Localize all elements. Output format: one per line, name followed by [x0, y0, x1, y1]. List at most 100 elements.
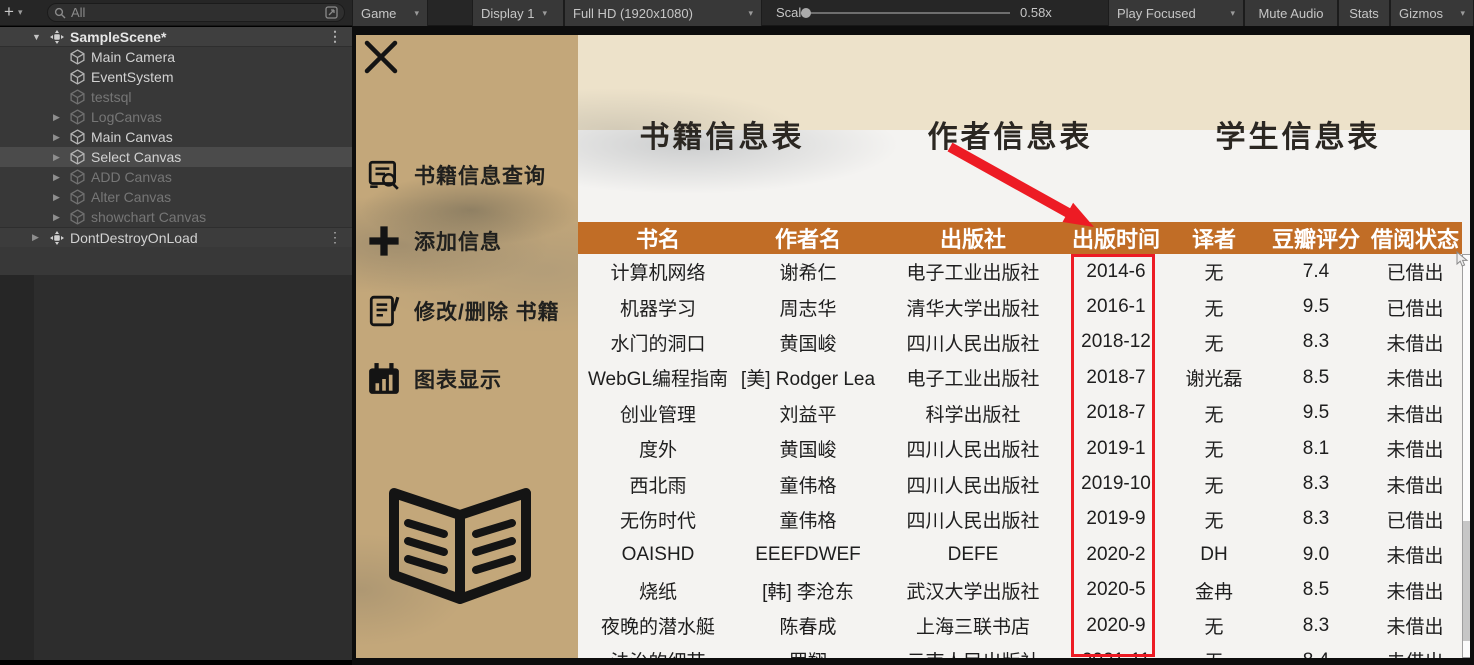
hierarchy-item-label[interactable]: SampleScene*: [70, 29, 167, 45]
hierarchy-item-label[interactable]: DontDestroyOnLoad: [70, 230, 198, 246]
expand-arrow-icon[interactable]: ▶: [32, 232, 49, 243]
stats-button[interactable]: Stats: [1338, 0, 1390, 26]
hierarchy-search-box[interactable]: [47, 3, 345, 22]
cell-publish-date: 2019-9: [1086, 508, 1146, 530]
hierarchy-row[interactable]: ▼ SampleScene* ⋮: [0, 27, 352, 47]
hierarchy-item-label[interactable]: testsql: [91, 89, 131, 105]
hierarchy-item-label[interactable]: LogCanvas: [91, 109, 162, 125]
hierarchy-item-label[interactable]: Alter Canvas: [91, 189, 171, 205]
sidebar-item-edit-delete[interactable]: 修改/删除 书籍: [366, 293, 560, 329]
tab-book-info[interactable]: 书籍信息表: [640, 112, 805, 156]
sidebar-item-chart-display[interactable]: 图表显示: [366, 361, 502, 397]
cell-publish-date: 2018-7: [1086, 366, 1146, 388]
kebab-menu-icon[interactable]: ⋮: [328, 229, 342, 246]
cell-status: 已借出: [1386, 298, 1444, 320]
scale-slider-knob[interactable]: [801, 8, 811, 18]
hierarchy-item-label[interactable]: ADD Canvas: [91, 169, 172, 185]
search-input[interactable]: [71, 5, 320, 20]
cell-status: 已借出: [1386, 510, 1444, 532]
game-view-tab[interactable]: Game ▾: [352, 0, 428, 26]
expand-arrow-icon[interactable]: ▶: [53, 112, 70, 123]
cell-publisher: 四川人民出版社: [906, 333, 1040, 355]
cell-rating: 8.4: [1264, 643, 1368, 658]
expand-arrow-icon[interactable]: ▶: [53, 132, 70, 143]
hierarchy-row[interactable]: Main Camera ⋮: [0, 47, 352, 67]
scrollbar-thumb[interactable]: [1463, 521, 1470, 641]
cell-book-name: 计算机网络: [610, 263, 706, 285]
tab-author-info[interactable]: 作者信息表: [928, 112, 1093, 156]
cell-publish-date: 2019-1: [1086, 437, 1146, 459]
cell-rating: 9.5: [1302, 296, 1330, 318]
hierarchy-add-button[interactable]: + ▾: [4, 2, 22, 22]
column-header-publish-date[interactable]: 出版时间: [1068, 222, 1164, 254]
mute-audio-button[interactable]: Mute Audio: [1244, 0, 1338, 26]
search-picker-icon[interactable]: [325, 6, 338, 19]
table-row: 法治的细节 罗翔 云南人民出版社 2021-11 无 8.4 未借出: [578, 643, 1462, 658]
table-row: 计算机网络 谢希仁 电子工业出版社 2014-6 无 7.4 已借出: [578, 254, 1462, 289]
cell-book-name: 水门的洞口: [610, 333, 706, 355]
gameobject-cube-icon: [70, 189, 86, 205]
hierarchy-item-label[interactable]: Select Canvas: [91, 149, 181, 165]
play-focused-dropdown[interactable]: Play Focused ▾: [1108, 0, 1244, 26]
cell-author: 罗翔: [738, 643, 878, 658]
hierarchy-row[interactable]: ▶ Select Canvas ⋮: [0, 147, 352, 167]
display-dropdown[interactable]: Display 1 ▾: [472, 0, 564, 26]
expand-arrow-icon[interactable]: ▶: [53, 192, 70, 203]
scale-value: 0.58x: [1020, 5, 1052, 20]
scene-icon: [49, 29, 65, 45]
table-row: OAISHD EEEFDWEF DEFE 2020-2 DH 9.0 未借出: [578, 537, 1462, 572]
hierarchy-row[interactable]: ▶ showchart Canvas ⋮: [0, 207, 352, 227]
tab-student-info[interactable]: 学生信息表: [1216, 112, 1381, 156]
hierarchy-item-label[interactable]: EventSystem: [91, 69, 173, 85]
cell-book-name: 度外: [638, 440, 677, 462]
cell-publisher: 四川人民出版社: [906, 475, 1040, 497]
hierarchy-empty-area: [0, 275, 352, 660]
hierarchy-row[interactable]: ▶ Main Canvas ⋮: [0, 127, 352, 147]
gameobject-cube-icon: [70, 89, 86, 105]
cell-publish-date: 2020-9: [1086, 614, 1146, 636]
expand-arrow-icon[interactable]: ▼: [32, 32, 49, 42]
hierarchy-item-label[interactable]: showchart Canvas: [91, 209, 206, 225]
column-header-book-name: 书名: [635, 227, 680, 252]
gameobject-cube-icon: [70, 69, 86, 85]
close-button[interactable]: [364, 40, 398, 74]
gameobject-cube-icon: [70, 129, 86, 145]
cell-publisher: 科学出版社: [925, 404, 1021, 426]
expand-arrow-icon[interactable]: ▶: [53, 152, 70, 163]
cell-translator: 无: [1204, 298, 1224, 320]
resolution-dropdown[interactable]: Full HD (1920x1080) ▾: [564, 0, 762, 26]
cell-author: 刘益平: [779, 404, 837, 426]
expand-arrow-icon[interactable]: ▶: [53, 172, 70, 183]
gameobject-cube-icon: [70, 209, 86, 225]
open-book-icon: [384, 479, 536, 610]
cell-author: [美] Rodger Lea: [740, 369, 876, 391]
chevron-down-icon: ▾: [414, 7, 419, 18]
sidebar-item-add-info[interactable]: 添加信息: [366, 223, 502, 259]
kebab-menu-icon[interactable]: ⋮: [328, 28, 342, 45]
hierarchy-row[interactable]: ▶ LogCanvas ⋮: [0, 107, 352, 127]
scale-slider[interactable]: [800, 12, 1010, 14]
sidebar-item-label: 书籍信息查询: [414, 165, 546, 188]
hierarchy-row[interactable]: testsql ⋮: [0, 87, 352, 107]
cell-status: 未借出: [1386, 333, 1444, 355]
hierarchy-row[interactable]: ▶ DontDestroyOnLoad ⋮: [0, 227, 352, 247]
cell-translator: 无: [1204, 475, 1224, 497]
cell-publisher: 上海三联书店: [915, 617, 1030, 639]
cell-status: 未借出: [1386, 369, 1444, 391]
hierarchy-item-label[interactable]: Main Canvas: [91, 129, 173, 145]
gizmos-dropdown[interactable]: Gizmos ▾: [1390, 0, 1474, 26]
game-sidebar: 书籍信息查询 添加信息 修改/删除 书籍 图表显示: [356, 35, 578, 658]
hierarchy-row[interactable]: EventSystem ⋮: [0, 67, 352, 87]
cell-rating: 8.3: [1302, 331, 1330, 353]
sidebar-item-book-query[interactable]: 书籍信息查询: [366, 157, 546, 193]
column-header-rating[interactable]: 豆瓣评分: [1264, 222, 1368, 254]
table-row: 机器学习 周志华 清华大学出版社 2016-1 无 9.5 已借出: [578, 289, 1462, 324]
hierarchy-row[interactable]: ▶ Alter Canvas ⋮: [0, 187, 352, 207]
expand-arrow-icon[interactable]: ▶: [53, 212, 70, 223]
table-scrollbar[interactable]: [1462, 254, 1470, 658]
bar-chart-icon: [366, 361, 402, 397]
hierarchy-row[interactable]: ▶ ADD Canvas ⋮: [0, 167, 352, 187]
hierarchy-item-label[interactable]: Main Camera: [91, 49, 175, 65]
game-main-panel: 书籍信息表 作者信息表 学生信息表 (点击出版时间和豆瓣评分可进行递增排序) 书…: [578, 35, 1470, 658]
table-row: 西北雨 童伟格 四川人民出版社 2019-10 无 8.3 未借出: [578, 466, 1462, 501]
